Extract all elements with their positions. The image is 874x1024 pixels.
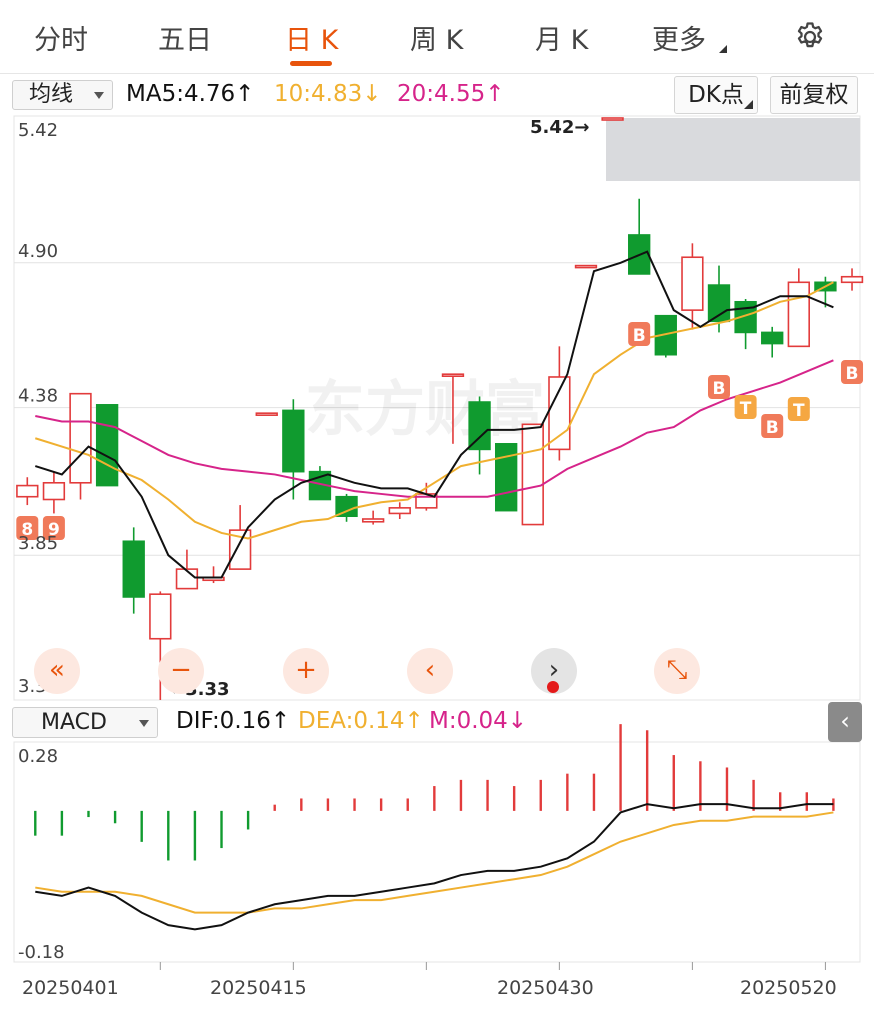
candle-body (95, 404, 119, 487)
sub-indicator-select-label: MACD (41, 710, 107, 735)
dk-marker-label: B (766, 418, 779, 438)
collapse-panel-button[interactable]: ‹ (828, 702, 862, 742)
sub-indicator-select[interactable]: MACD (12, 707, 158, 738)
candle-body (574, 264, 598, 269)
date-axis-label: 20250401 (22, 977, 119, 999)
dk-marker-label: T (740, 399, 752, 419)
price-axis-label: 4.90 (18, 241, 58, 262)
candle-body (282, 409, 305, 473)
rewind-button[interactable]: « (34, 648, 80, 694)
dif-line (35, 803, 834, 931)
dk-marker-label: T (793, 401, 805, 421)
notification-dot (547, 681, 559, 693)
peak-price-label: 5.42→ (530, 117, 590, 138)
prev-button[interactable]: ‹ (407, 648, 453, 694)
candle-body (548, 376, 571, 451)
candle-body (840, 275, 864, 284)
dk-marker-label: B (846, 364, 859, 384)
candle-body (468, 401, 491, 451)
date-axis-label: 20250520 (740, 977, 837, 999)
dk-marker-label: B (633, 326, 646, 346)
candle-body (761, 331, 784, 345)
candle-body (69, 392, 92, 484)
price-highlight-box (606, 118, 860, 181)
candle-body (16, 484, 39, 498)
candle-body (441, 373, 465, 377)
candle-body (601, 117, 624, 121)
zoom-in-button[interactable]: + (283, 648, 329, 694)
candle-body (521, 423, 544, 526)
candle-body (255, 412, 278, 416)
chevron-left-icon: ‹ (840, 707, 850, 735)
price-axis-label: 4.38 (18, 386, 58, 407)
date-axis-label: 20250430 (497, 977, 594, 999)
candle-body (361, 518, 385, 523)
candle-body (681, 256, 704, 311)
candle-body (494, 443, 518, 512)
chevron-down-icon (139, 719, 149, 727)
dea-value: DEA:0.14↑ (298, 708, 424, 734)
watermark-text: 东方财富 (305, 375, 545, 445)
macd-axis-label: 0.28 (18, 746, 58, 767)
candle-body (122, 540, 145, 598)
candle-body (149, 593, 172, 640)
date-axis-label: 20250415 (210, 977, 307, 999)
zoom-out-button[interactable]: − (158, 648, 204, 694)
macd-axis-label: -0.18 (18, 942, 65, 963)
macd-m-value: M:0.04↓ (429, 708, 528, 734)
kline-chart[interactable]: 东方财富 8 9BBTBTB 5.424.904.383.853.330.28-0… (0, 0, 874, 1024)
dea-line (35, 811, 834, 914)
fullscreen-button[interactable]: ⤡ (654, 648, 700, 694)
macd-panel-frame (13, 741, 861, 963)
price-axis-label: 5.42 (18, 120, 58, 141)
candle-body (787, 281, 810, 348)
dk-marker-label: B (713, 379, 726, 399)
candle-body (388, 507, 411, 515)
price-axis-label: 3.85 (18, 533, 58, 554)
dif-value: DIF:0.16↑ (176, 708, 291, 734)
candle-body (42, 481, 66, 501)
